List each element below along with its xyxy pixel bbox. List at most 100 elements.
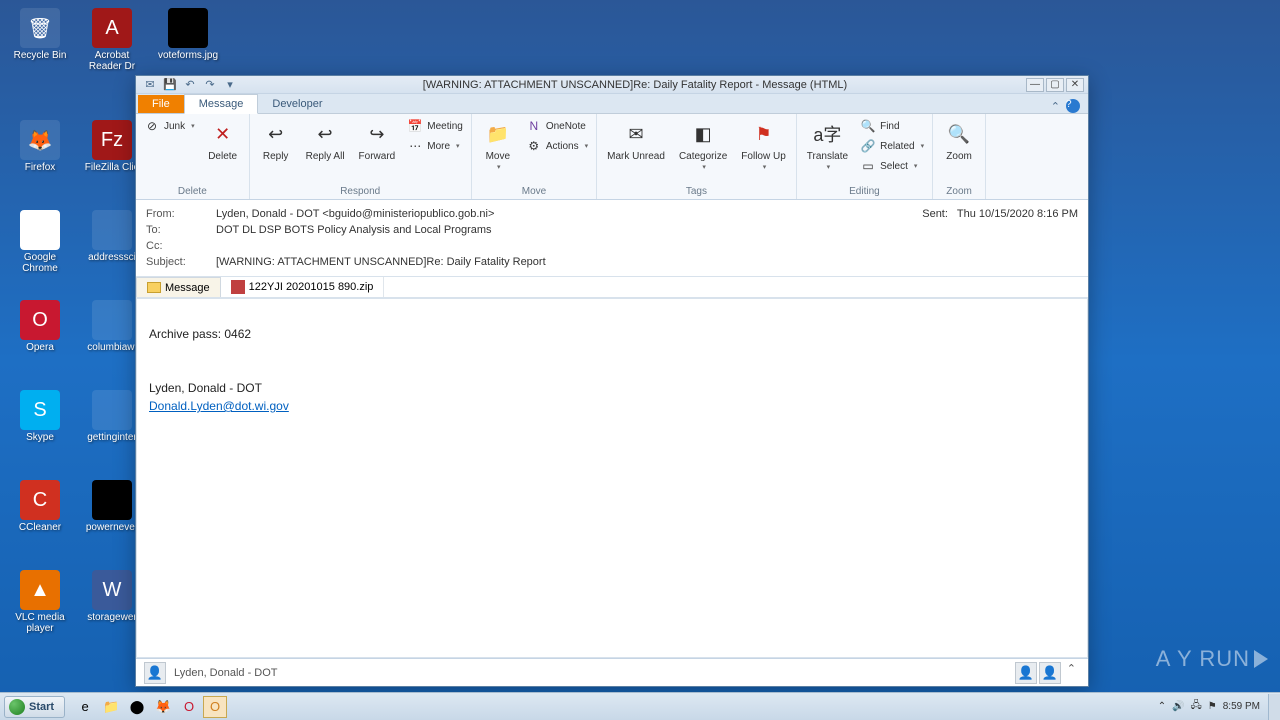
- app-icon: A: [92, 8, 132, 48]
- app-icon: [92, 300, 132, 340]
- people-toggle-2[interactable]: 👤: [1039, 662, 1061, 684]
- group-editing: Editing: [801, 185, 928, 199]
- desktop-icon[interactable]: CCCleaner: [10, 480, 70, 533]
- tb-ie-icon[interactable]: e: [73, 696, 97, 718]
- desktop-icon[interactable]: voteforms.jpg: [158, 8, 218, 61]
- tray-network-icon[interactable]: 🖧: [1191, 698, 1202, 715]
- play-icon: [1254, 650, 1268, 668]
- attachment-file[interactable]: 122YJI 20201015 890.zip: [221, 277, 385, 297]
- desktop-icon[interactable]: AAcrobat Reader Dr: [82, 8, 142, 72]
- system-tray: ⌃ 🔊 🖧 ⚑ 8:59 PM: [1150, 698, 1268, 715]
- tab-file[interactable]: File: [138, 95, 184, 113]
- tb-firefox-icon[interactable]: 🦊: [151, 696, 175, 718]
- onenote-button[interactable]: NOneNote: [522, 116, 592, 136]
- desktop-icon[interactable]: ⬤Google Chrome: [10, 210, 70, 274]
- related-button[interactable]: 🔗Related: [856, 136, 928, 156]
- tb-opera-icon[interactable]: O: [177, 696, 201, 718]
- signature-email-link[interactable]: Donald.Lyden@dot.wi.gov: [149, 399, 289, 413]
- reply-all-icon: ↩: [309, 118, 341, 150]
- delete-button[interactable]: ✕Delete: [201, 116, 245, 164]
- delete-icon: ✕: [207, 118, 239, 150]
- categorize-icon: ◧: [687, 118, 719, 150]
- tab-message[interactable]: Message: [184, 94, 259, 114]
- actions-button[interactable]: ⚙Actions: [522, 136, 592, 156]
- select-button[interactable]: ▭Select: [856, 156, 928, 176]
- minimize-button[interactable]: —: [1026, 78, 1044, 92]
- tray-chevron-icon[interactable]: ⌃: [1158, 701, 1166, 712]
- close-button[interactable]: ✕: [1066, 78, 1084, 92]
- junk-button[interactable]: ⊘Junk: [140, 116, 199, 136]
- desktop-icon[interactable]: 🗑Recycle Bin: [10, 8, 70, 61]
- desktop-icon[interactable]: columbiawi: [82, 300, 142, 353]
- qat-dropdown-icon[interactable]: ▾: [222, 77, 238, 93]
- chevron-up-icon[interactable]: ⌃: [1063, 662, 1080, 684]
- meeting-button[interactable]: 📅Meeting: [403, 116, 467, 136]
- desktop-icon[interactable]: OOpera: [10, 300, 70, 353]
- desktop-icon-label: Skype: [10, 432, 70, 443]
- move-icon: 📁: [482, 118, 514, 150]
- reply-all-button[interactable]: ↩Reply All: [300, 116, 351, 164]
- attachment-message-tab[interactable]: Message: [136, 277, 221, 297]
- sent-field: Sent: Thu 10/15/2020 8:16 PM: [922, 208, 1078, 220]
- desktop-icon[interactable]: FzFileZilla Clie: [82, 120, 142, 173]
- group-move: Move: [476, 185, 592, 199]
- tb-outlook-icon[interactable]: O: [203, 696, 227, 718]
- collapse-ribbon-icon[interactable]: ⌃: [1051, 100, 1060, 113]
- avatar-icon[interactable]: 👤: [144, 662, 166, 684]
- select-icon: ▭: [860, 158, 876, 174]
- undo-icon[interactable]: ↶: [182, 77, 198, 93]
- find-button[interactable]: 🔍Find: [856, 116, 928, 136]
- outlook-message-window: ✉ 💾 ↶ ↷ ▾ [WARNING: ATTACHMENT UNSCANNED…: [135, 75, 1089, 687]
- translate-button[interactable]: a字Translate: [801, 116, 854, 173]
- onenote-icon: N: [526, 118, 542, 134]
- follow-up-button[interactable]: ⚑Follow Up: [735, 116, 791, 173]
- tray-flag-icon[interactable]: ⚑: [1208, 701, 1217, 712]
- ribbon: ⊘Junk ✕Delete Delete ↩Reply ↩Reply All ↪…: [136, 114, 1088, 200]
- tb-explorer-icon[interactable]: 📁: [99, 696, 123, 718]
- taskbar: Start e 📁 ⬤ 🦊 O O ⌃ 🔊 🖧 ⚑ 8:59 PM: [0, 692, 1280, 720]
- desktop-icon-label: Recycle Bin: [10, 50, 70, 61]
- actions-icon: ⚙: [526, 138, 542, 154]
- people-toggle-1[interactable]: 👤: [1015, 662, 1037, 684]
- zoom-button[interactable]: 🔍Zoom: [937, 116, 981, 164]
- message-body[interactable]: Archive pass: 0462 Lyden, Donald - DOT D…: [136, 298, 1088, 658]
- taskbar-pinned: e 📁 ⬤ 🦊 O O: [69, 696, 231, 718]
- desktop-icon[interactable]: ▲VLC media player: [10, 570, 70, 634]
- maximize-button[interactable]: ▢: [1046, 78, 1064, 92]
- desktop-icon[interactable]: gettinginter: [82, 390, 142, 443]
- redo-icon[interactable]: ↷: [202, 77, 218, 93]
- desktop-icon[interactable]: Wstoragewer: [82, 570, 142, 623]
- group-tags: Tags: [601, 185, 792, 199]
- desktop-icon-label: Google Chrome: [10, 252, 70, 274]
- tray-clock[interactable]: 8:59 PM: [1223, 701, 1260, 712]
- desktop-icon-label: powernever: [82, 522, 142, 533]
- help-icon[interactable]: ?: [1066, 99, 1080, 113]
- meeting-icon: 📅: [407, 118, 423, 134]
- quick-access-toolbar: ✉ 💾 ↶ ↷ ▾: [136, 77, 244, 93]
- start-button[interactable]: Start: [4, 696, 65, 718]
- app-icon: [92, 210, 132, 250]
- group-zoom: Zoom: [937, 185, 981, 199]
- move-button[interactable]: 📁Move: [476, 116, 520, 173]
- sent-label: Sent:: [922, 208, 948, 220]
- app-icon: [92, 390, 132, 430]
- window-controls: — ▢ ✕: [1026, 78, 1088, 92]
- tab-developer[interactable]: Developer: [258, 95, 336, 113]
- mark-unread-button[interactable]: ✉Mark Unread: [601, 116, 671, 164]
- more-button[interactable]: ⋯More: [403, 136, 467, 156]
- save-icon[interactable]: 💾: [162, 77, 178, 93]
- categorize-button[interactable]: ◧Categorize: [673, 116, 733, 173]
- body-line-archive-pass: Archive pass: 0462: [149, 327, 1075, 341]
- reply-button[interactable]: ↩Reply: [254, 116, 298, 164]
- desktop-icon[interactable]: addresssci: [82, 210, 142, 263]
- desktop-icon[interactable]: SSkype: [10, 390, 70, 443]
- forward-button[interactable]: ↪Forward: [353, 116, 402, 164]
- show-desktop-button[interactable]: [1268, 694, 1280, 720]
- app-icon: C: [20, 480, 60, 520]
- tb-chrome-icon[interactable]: ⬤: [125, 696, 149, 718]
- attachment-bar: Message 122YJI 20201015 890.zip: [136, 277, 1088, 298]
- desktop-icon[interactable]: 🦊Firefox: [10, 120, 70, 173]
- desktop-icon[interactable]: powernever: [82, 480, 142, 533]
- junk-icon: ⊘: [144, 118, 160, 134]
- tray-volume-icon[interactable]: 🔊: [1172, 701, 1184, 712]
